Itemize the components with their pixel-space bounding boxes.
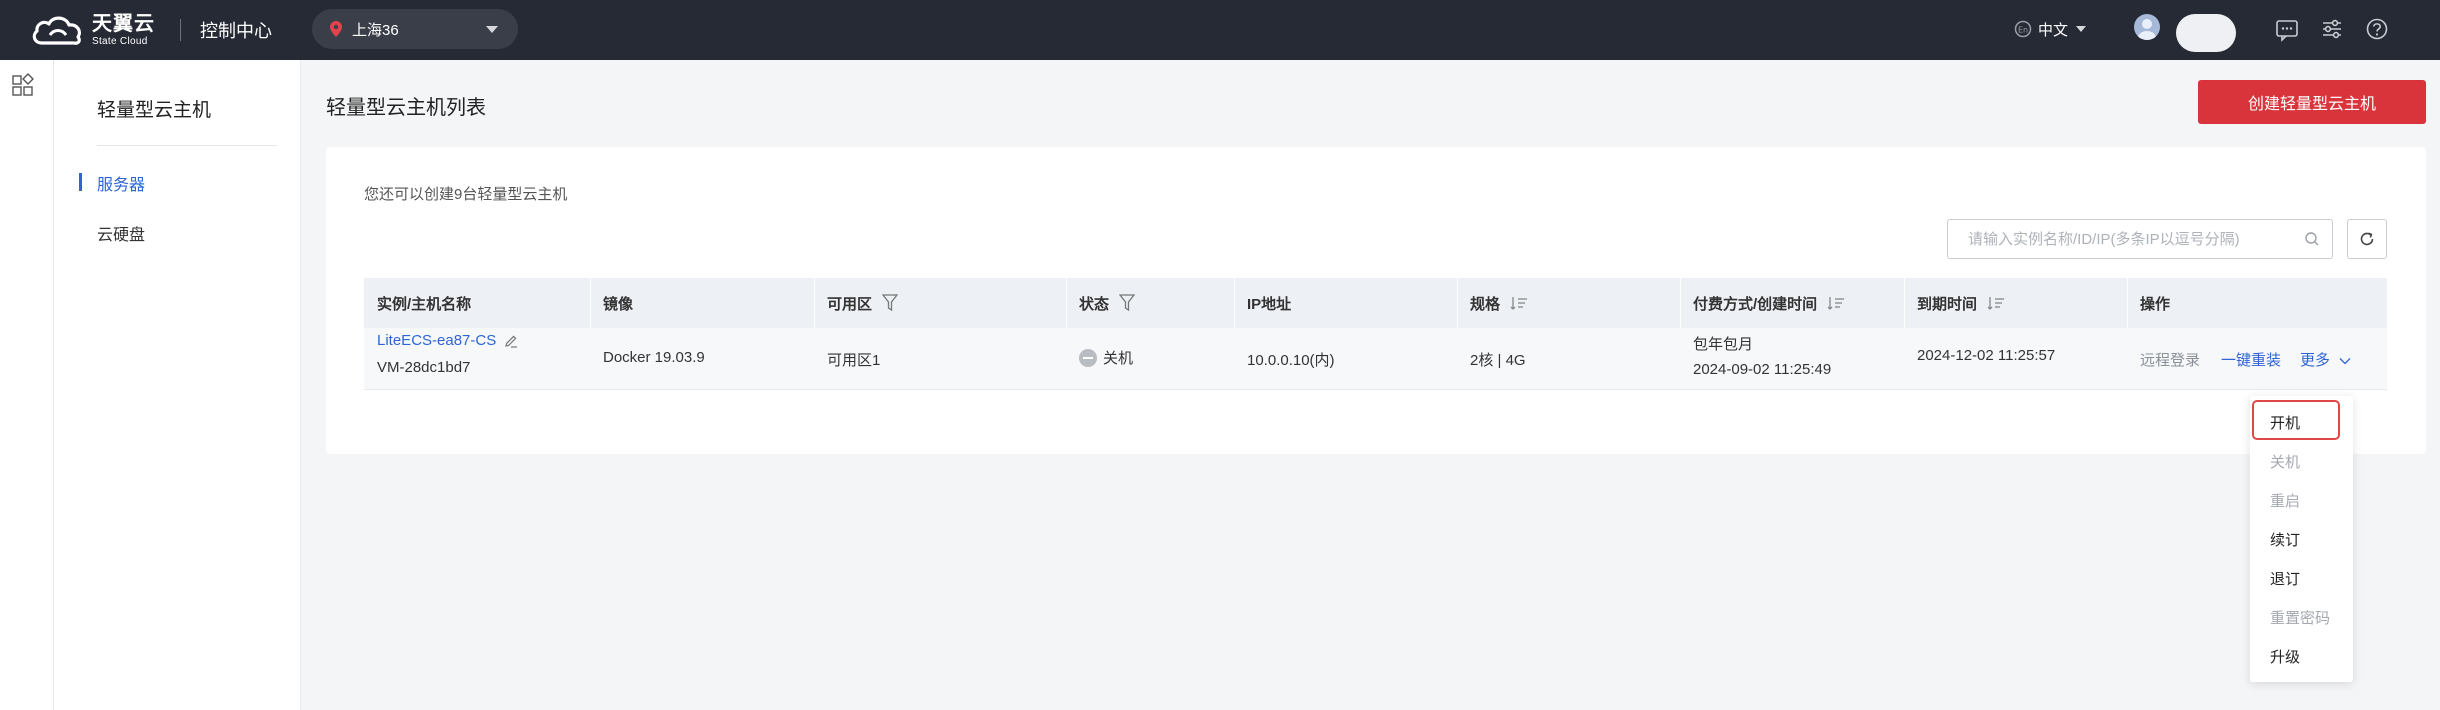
remote-login-link[interactable]: 远程登录 <box>2140 349 2200 370</box>
header-divider <box>180 19 181 41</box>
avatar-icon <box>2138 19 2156 40</box>
svg-text:En: En <box>2018 26 2028 35</box>
column-header-actions: 操作 <box>2140 295 2171 313</box>
column-header-expires: 到期时间 <box>1904 278 2127 328</box>
active-indicator <box>79 173 82 191</box>
column-header-ip: IP地址 <box>1247 295 1292 313</box>
create-instance-button[interactable]: 创建轻量型云主机 <box>2198 80 2426 124</box>
sort-icon[interactable] <box>1987 296 2005 310</box>
language-selector[interactable]: En 中文 <box>2014 16 2087 42</box>
product-rail <box>0 60 54 710</box>
expires-time: 2024-12-02 11:25:57 <box>1917 347 2056 364</box>
logo-text: 天翼云 State Cloud <box>92 14 155 47</box>
user-avatar[interactable] <box>2134 14 2160 40</box>
location-pin-icon <box>330 21 342 37</box>
billing-type: 包年包月 <box>1693 336 1754 353</box>
menu-item-restart[interactable]: 重启 <box>2270 490 2300 511</box>
refresh-icon <box>2360 232 2374 246</box>
reinstall-link[interactable]: 一键重装 <box>2221 349 2281 370</box>
image-cell: Docker 19.03.9 <box>603 349 705 366</box>
edit-icon[interactable] <box>504 334 518 348</box>
user-name-redacted[interactable] <box>2176 14 2236 52</box>
column-header-instance: 实例/主机名称 <box>377 295 472 313</box>
column-header-image: 镜像 <box>603 295 634 313</box>
search-box <box>1947 219 2333 259</box>
instance-name-link[interactable]: LiteECS-ea87-CS <box>377 332 518 349</box>
search-input[interactable] <box>1948 220 2288 258</box>
table-header: 实例/主机名称 镜像 可用区 状态 IP地址 规格 付费方式/创建时间 到期时间… <box>364 278 2387 328</box>
sidebar-title: 轻量型云主机 <box>97 100 212 121</box>
host-name: VM-28dc1bd7 <box>377 359 471 376</box>
sort-icon[interactable] <box>1510 296 1528 310</box>
chevron-down-icon <box>2339 358 2351 365</box>
sidebar-item-servers[interactable]: 服务器 <box>97 171 145 195</box>
filter-icon[interactable] <box>1119 294 1136 312</box>
message-icon[interactable] <box>2273 15 2301 43</box>
quota-text: 您还可以创建9台轻量型云主机 <box>364 186 568 203</box>
settings-sliders-icon[interactable] <box>2318 15 2346 43</box>
spec-cell: 2核 | 4G <box>1470 352 1526 369</box>
logo-chinese-name: 天翼云 <box>92 12 155 35</box>
column-header-status: 状态 <box>1066 278 1234 328</box>
top-navigation-bar: 天翼云 State Cloud 控制中心 上海36 En 中文 <box>0 0 2440 60</box>
console-title[interactable]: 控制中心 <box>200 17 272 43</box>
instance-list-card: 您还可以创建9台轻量型云主机 实例/主机名称 镜像 可用区 状态 <box>326 147 2426 454</box>
sidebar-item-cloud-disks[interactable]: 云硬盘 <box>97 221 145 245</box>
cloud-logo-icon <box>32 16 81 45</box>
menu-item-upgrade[interactable]: 升级 <box>2270 646 2300 667</box>
menu-item-unsubscribe[interactable]: 退订 <box>2270 568 2300 589</box>
logo-english-name: State Cloud <box>92 35 148 47</box>
sort-icon[interactable] <box>1827 296 1845 310</box>
chevron-down-icon <box>2076 26 2087 32</box>
highlight-box <box>2252 400 2340 440</box>
menu-item-power-off[interactable]: 关机 <box>2270 451 2300 472</box>
filter-icon[interactable] <box>882 294 899 312</box>
column-header-spec: 规格 <box>1457 278 1680 328</box>
sidebar: 轻量型云主机 服务器 云硬盘 <box>54 60 301 710</box>
created-time: 2024-09-02 11:25:49 <box>1693 361 1832 378</box>
menu-item-renew[interactable]: 续订 <box>2270 529 2300 550</box>
language-label: 中文 <box>2038 21 2069 39</box>
menu-item-reset-password[interactable]: 重置密码 <box>2270 607 2330 628</box>
state-cloud-logo[interactable]: 天翼云 State Cloud <box>30 10 155 50</box>
zone-cell: 可用区1 <box>827 352 881 369</box>
ip-cell: 10.0.0.10(内) <box>1247 352 1335 369</box>
more-actions-button[interactable]: 更多 <box>2300 349 2351 370</box>
refresh-button[interactable] <box>2347 219 2387 259</box>
chevron-down-icon <box>486 26 498 33</box>
status-cell: 关机 <box>1079 347 1133 368</box>
sidebar-divider <box>97 145 277 146</box>
region-name: 上海36 <box>352 21 399 39</box>
column-header-billing: 付费方式/创建时间 <box>1680 278 1904 328</box>
apps-grid-icon[interactable] <box>11 73 35 97</box>
column-header-zone: 可用区 <box>814 278 1066 328</box>
language-icon: En <box>2014 20 2032 38</box>
page-title: 轻量型云主机列表 <box>326 97 486 119</box>
instance-table: 实例/主机名称 镜像 可用区 状态 IP地址 规格 付费方式/创建时间 到期时间… <box>364 278 2387 390</box>
search-icon[interactable] <box>2304 231 2320 247</box>
stopped-status-icon <box>1079 348 1097 367</box>
region-selector[interactable]: 上海36 <box>312 9 518 49</box>
help-icon[interactable] <box>2363 15 2391 43</box>
table-row: LiteECS-ea87-CS VM-28dc1bd7 Docker 19.03… <box>364 328 2387 390</box>
